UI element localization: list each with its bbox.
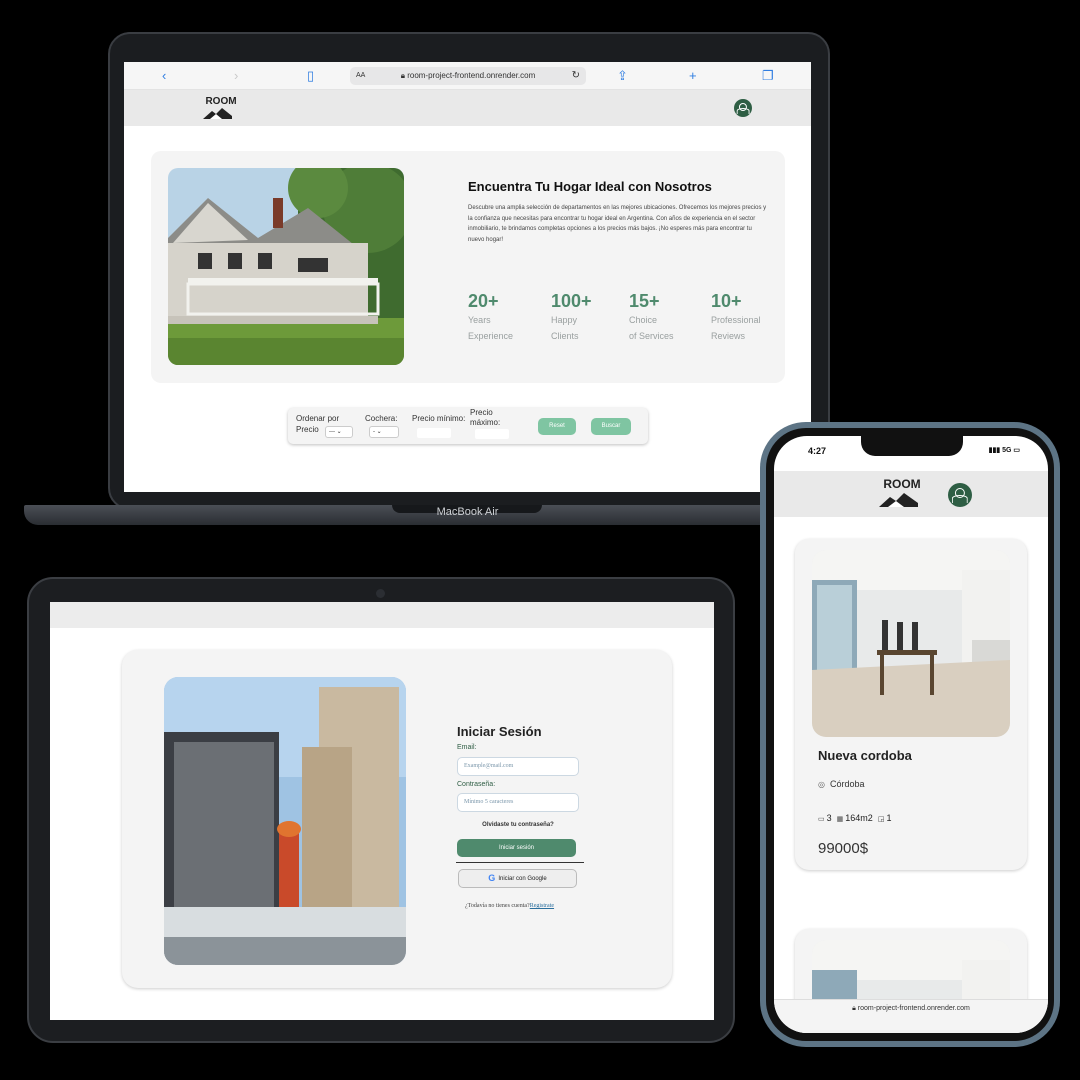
- property-location: ◎ Córdoba: [818, 779, 865, 789]
- google-login-label: Iniciar con Google: [498, 876, 547, 883]
- tablet-screen: Iniciar Sesión Email: Example@mail.com C…: [50, 602, 714, 1020]
- login-title: Iniciar Sesión: [457, 724, 542, 739]
- email-input[interactable]: Example@mail.com: [457, 757, 579, 776]
- site-logo[interactable]: ROOM: [202, 96, 240, 122]
- stat-services: 15+ Choice of Services: [629, 291, 699, 344]
- divider: [456, 862, 584, 863]
- back-icon[interactable]: ‹: [162, 68, 166, 84]
- register-prompt: ¿Todavía no tienes cuenta?Registrate: [465, 903, 554, 909]
- login-card: Iniciar Sesión Email: Example@mail.com C…: [122, 650, 672, 988]
- order-select-value: ---: [329, 429, 335, 435]
- stat-reviews: 10+ Professional Reviews: [711, 291, 781, 344]
- password-label: Contraseña:: [457, 781, 496, 788]
- site-logo[interactable]: ROOM: [878, 477, 926, 510]
- stat-value: 10+: [711, 291, 742, 311]
- stat-label: Reviews: [711, 331, 746, 341]
- login-button[interactable]: Iniciar sesión: [457, 839, 576, 857]
- max-price-input[interactable]: [475, 429, 509, 439]
- order-label-2: Precio: [296, 425, 319, 434]
- hero-title: Encuentra Tu Hogar Ideal con Nosotros: [468, 179, 712, 194]
- filter-bar: Ordenar por Precio --- ⌄ Cochera: - ⌄ Pr…: [288, 408, 648, 444]
- order-label: Ordenar por: [296, 414, 340, 423]
- stat-value: 100+: [551, 291, 592, 311]
- min-price-input[interactable]: [417, 428, 451, 438]
- order-select[interactable]: --- ⌄: [325, 426, 353, 438]
- garage-select[interactable]: - ⌄: [369, 426, 399, 438]
- status-time: 4:27: [808, 446, 827, 456]
- search-button[interactable]: Buscar: [591, 418, 631, 435]
- stat-label: Happy: [551, 315, 578, 325]
- reload-icon[interactable]: ↻: [572, 67, 580, 85]
- logo-text: ROOM: [205, 96, 237, 107]
- user-avatar-icon[interactable]: [948, 483, 972, 507]
- google-login-button[interactable]: G Iniciar con Google: [458, 869, 577, 888]
- site-navbar: ROOM: [124, 90, 811, 126]
- max-price-label: Precio: [470, 408, 493, 417]
- bed-icon: ▭: [818, 816, 825, 823]
- register-text: ¿Todavía no tienes cuenta?: [465, 903, 530, 909]
- stat-label: Choice: [629, 315, 658, 325]
- garage-label: Cochera:: [365, 414, 398, 423]
- password-input[interactable]: Mínimo 5 caracteres: [457, 793, 579, 812]
- status-icons: ▮▮▮ 5G ▭: [988, 447, 1020, 454]
- reader-icon[interactable]: ▯: [307, 68, 314, 84]
- stat-value: 20+: [468, 291, 499, 311]
- baths-count: 1: [886, 813, 892, 823]
- hero-section: Encuentra Tu Hogar Ideal con Nosotros De…: [151, 151, 785, 383]
- tablet-navbar: [50, 602, 714, 628]
- location-text: Córdoba: [829, 779, 865, 789]
- user-avatar-icon[interactable]: [734, 99, 752, 117]
- stat-label: Clients: [551, 331, 579, 341]
- share-icon[interactable]: ⇪: [617, 68, 628, 84]
- min-price-label: Precio mínimo:: [412, 414, 466, 423]
- reset-button[interactable]: Reset: [538, 418, 576, 435]
- stat-label: Years: [468, 315, 491, 325]
- stat-clients: 100+ Happy Clients: [551, 291, 621, 344]
- stat-label: of Services: [629, 331, 674, 341]
- browser-toolbar: ‹ › ▯ AA 🔒︎ room-project-frontend.onrend…: [124, 62, 811, 90]
- house-logo-icon: [203, 108, 232, 119]
- buildings-photo: [164, 677, 406, 965]
- property-card[interactable]: Nueva cordoba ◎ Córdoba ▭ 3 ▦ 164m2 ◲ 1 9900…: [795, 539, 1027, 870]
- forward-icon[interactable]: ›: [234, 68, 238, 84]
- tablet-camera: [376, 589, 385, 598]
- property-photo: [812, 550, 1010, 737]
- register-link[interactable]: Registrate: [530, 903, 554, 909]
- house-logo-icon: [879, 493, 918, 507]
- email-label: Email:: [457, 744, 477, 751]
- stat-label: Professional: [711, 315, 761, 325]
- property-price: 99000$: [818, 840, 869, 857]
- max-price-label-2: máximo:: [470, 418, 501, 427]
- phone-screen: 4:27 ▮▮▮ 5G ▭ ROOM Nueva cordoba ◎ Córdo…: [774, 436, 1048, 1033]
- property-features: ▭ 3 ▦ 164m2 ◲ 1: [818, 813, 891, 823]
- house-photo: [168, 168, 404, 365]
- address-bar[interactable]: AA 🔒︎ room-project-frontend.onrender.com…: [350, 67, 586, 85]
- logo-text: ROOM: [883, 477, 921, 491]
- location-pin-icon: ◎: [818, 780, 825, 789]
- tabs-icon[interactable]: ❐: [762, 68, 774, 84]
- bath-icon: ◲: [877, 816, 885, 823]
- hero-description: Descubre una amplia selección de departa…: [468, 205, 767, 243]
- rooms-count: 3: [826, 813, 832, 823]
- garage-select-value: -: [373, 429, 375, 435]
- forgot-password-link[interactable]: Olvidaste tu contraseña?: [457, 822, 579, 828]
- laptop-screen: ‹ › ▯ AA 🔒︎ room-project-frontend.onrend…: [124, 62, 811, 492]
- stat-years: 20+ Years Experience: [468, 291, 538, 344]
- address-url: room-project-frontend.onrender.com: [407, 71, 536, 80]
- phone-notch: [861, 436, 963, 456]
- text-size-icon[interactable]: AA: [356, 67, 365, 85]
- address-url: room-project-frontend.onrender.com: [857, 1005, 970, 1012]
- new-tab-icon[interactable]: +: [689, 68, 697, 84]
- property-title: Nueva cordoba: [818, 748, 912, 763]
- stat-label: Experience: [468, 331, 514, 341]
- google-icon: G: [488, 873, 496, 883]
- stat-value: 15+: [629, 291, 660, 311]
- area-icon: ▦: [836, 816, 844, 823]
- laptop-model-label: MacBook Air: [436, 506, 499, 518]
- area-value: 164m2: [845, 813, 873, 823]
- phone-address-bar[interactable]: 🔒︎ room-project-frontend.onrender.com: [774, 999, 1048, 1033]
- phone-navbar: ROOM: [774, 471, 1048, 517]
